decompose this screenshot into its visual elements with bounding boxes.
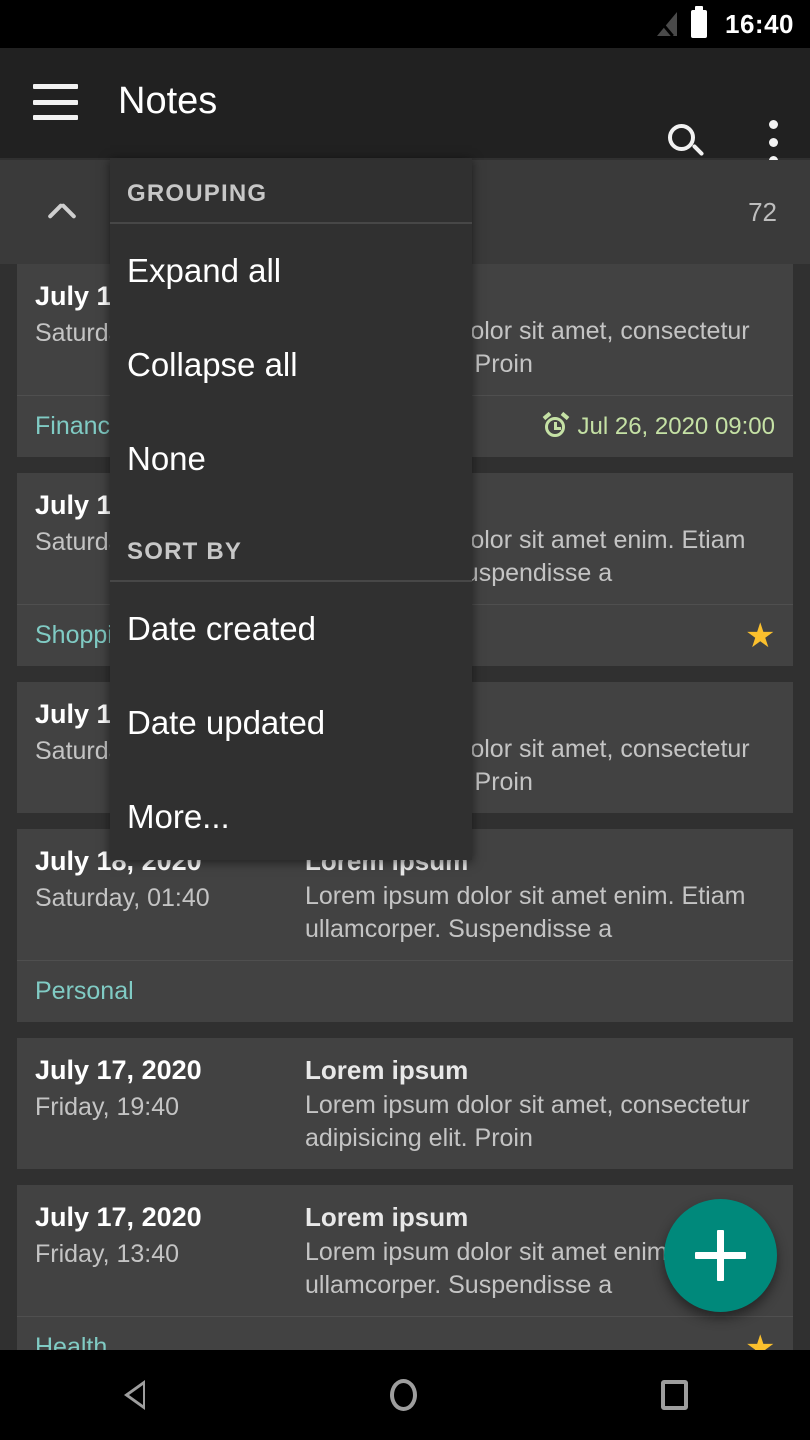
grouping-sort-dropdown-menu[interactable]: GROUPING Expand all Collapse all None SORT B… bbox=[110, 158, 472, 860]
menu-section-header: SORT BY bbox=[110, 516, 472, 582]
note-date-block: July 17, 2020 Friday, 13:40 bbox=[35, 1199, 305, 1302]
note-meta: Jul 26, 2020 09:00 bbox=[542, 411, 776, 441]
note-tag[interactable]: Personal bbox=[35, 977, 134, 1006]
note-date-block: July 17, 2020 Friday, 19:40 bbox=[35, 1052, 305, 1155]
alarm-clock-icon bbox=[542, 411, 569, 440]
app-screen: 16:40 Notes 72 July 18, 2020Saturday, 09… bbox=[0, 0, 810, 1440]
home-circle-icon[interactable] bbox=[390, 1379, 417, 1411]
note-day-time: Saturday, 01:40 bbox=[35, 884, 210, 912]
status-bar: 16:40 bbox=[0, 0, 810, 48]
note-meta: ★ bbox=[745, 619, 775, 653]
page-title: Notes bbox=[118, 80, 218, 122]
status-time: 16:40 bbox=[725, 8, 794, 39]
add-note-fab[interactable] bbox=[664, 1199, 777, 1312]
note-card-footer: Personal bbox=[17, 960, 793, 1022]
note-body: Lorem ipsum dolor sit amet enim. Etiam u… bbox=[305, 882, 746, 943]
hamburger-menu-icon[interactable] bbox=[33, 84, 78, 120]
note-text-block: Lorem ipsum Lorem ipsum dolor sit amet, c… bbox=[305, 1052, 775, 1155]
system-navigation-bar bbox=[0, 1350, 810, 1440]
chevron-up-icon[interactable] bbox=[46, 202, 80, 222]
overflow-menu-icon[interactable] bbox=[769, 120, 778, 165]
note-day-time: Friday, 19:40 bbox=[35, 1093, 180, 1121]
note-reminder-text: Jul 26, 2020 09:00 bbox=[577, 412, 776, 440]
note-body: Lorem ipsum dolor sit amet, consectetur … bbox=[305, 1091, 750, 1152]
menu-item[interactable]: More... bbox=[110, 770, 472, 864]
note-card[interactable]: July 17, 2020 Friday, 19:40 Lorem ipsum Lor… bbox=[17, 1038, 793, 1169]
search-icon[interactable] bbox=[668, 124, 706, 162]
menu-item[interactable]: Date updated bbox=[110, 676, 472, 770]
menu-section-header: GROUPING bbox=[110, 158, 472, 224]
signal-off-icon bbox=[649, 9, 679, 38]
app-bar: Notes bbox=[0, 48, 810, 194]
note-card-main: July 17, 2020 Friday, 19:40 Lorem ipsum Lor… bbox=[17, 1052, 793, 1169]
note-title: Lorem ipsum bbox=[305, 1055, 469, 1085]
note-date: July 17, 2020 bbox=[35, 1202, 202, 1232]
menu-item[interactable]: Expand all bbox=[110, 224, 472, 318]
menu-item[interactable]: Date created bbox=[110, 582, 472, 676]
menu-item[interactable]: None bbox=[110, 412, 472, 506]
back-triangle-icon[interactable] bbox=[122, 1378, 146, 1412]
status-icon-group: 16:40 bbox=[649, 6, 794, 40]
group-count: 72 bbox=[748, 196, 777, 227]
note-day-time: Friday, 13:40 bbox=[35, 1240, 180, 1268]
recents-square-icon[interactable] bbox=[661, 1380, 688, 1410]
note-date: July 17, 2020 bbox=[35, 1055, 202, 1085]
battery-icon bbox=[691, 6, 707, 38]
star-icon[interactable]: ★ bbox=[745, 619, 775, 653]
note-reminder: Jul 26, 2020 09:00 bbox=[542, 411, 776, 441]
menu-item[interactable]: Collapse all bbox=[110, 318, 472, 412]
